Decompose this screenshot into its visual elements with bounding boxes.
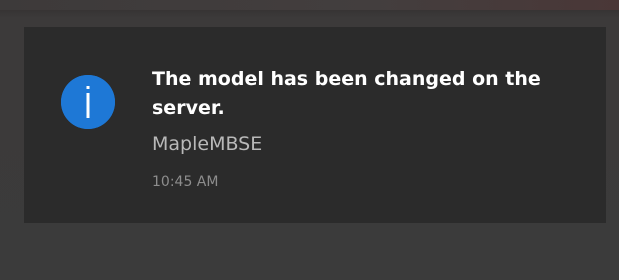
info-icon: [61, 75, 115, 129]
notification-title: The model has been changed on the server…: [152, 68, 541, 119]
toast-notification[interactable]: The model has been changed on the server…: [24, 27, 606, 223]
timestamp: 10:45 AM: [152, 174, 219, 190]
partially-visible-notification-edge: [0, 0, 619, 10]
app-name: MapleMBSE: [152, 133, 263, 155]
